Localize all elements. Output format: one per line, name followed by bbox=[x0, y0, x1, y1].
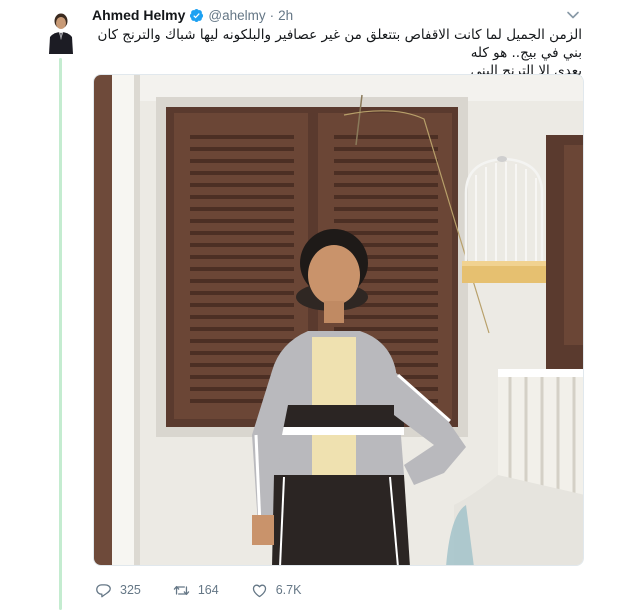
tweet-timestamp[interactable]: 2h bbox=[278, 8, 293, 23]
retweet-icon bbox=[173, 585, 190, 595]
chevron-down-icon[interactable] bbox=[566, 8, 580, 22]
tweet-actions: 325 164 6.7K bbox=[95, 580, 333, 600]
tweet-header: Ahmed Helmy @ahelmy · 2h bbox=[92, 6, 293, 24]
like-count: 6.7K bbox=[275, 583, 302, 597]
author-name[interactable]: Ahmed Helmy bbox=[92, 7, 185, 23]
tweet-text: الزمن الجميل لما كانت الاقفاص بتتعلق من … bbox=[90, 26, 582, 80]
thread-line bbox=[59, 58, 62, 610]
tweet-text-line-1: الزمن الجميل لما كانت الاقفاص بتتعلق من … bbox=[97, 27, 582, 61]
heart-icon bbox=[252, 584, 266, 597]
reply-button[interactable]: 325 bbox=[95, 582, 141, 599]
separator: · bbox=[269, 7, 275, 23]
retweet-count: 164 bbox=[197, 583, 219, 597]
verified-badge-icon bbox=[190, 8, 204, 22]
reply-icon bbox=[96, 583, 111, 597]
author-handle[interactable]: @ahelmy bbox=[208, 8, 265, 23]
retweet-button[interactable]: 164 bbox=[173, 582, 219, 599]
avatar[interactable] bbox=[46, 10, 76, 54]
reply-count: 325 bbox=[120, 583, 141, 597]
avatar-image bbox=[46, 10, 76, 54]
photo-content bbox=[94, 75, 583, 565]
tweet-photo[interactable] bbox=[93, 74, 584, 566]
like-button[interactable]: 6.7K bbox=[251, 582, 302, 599]
